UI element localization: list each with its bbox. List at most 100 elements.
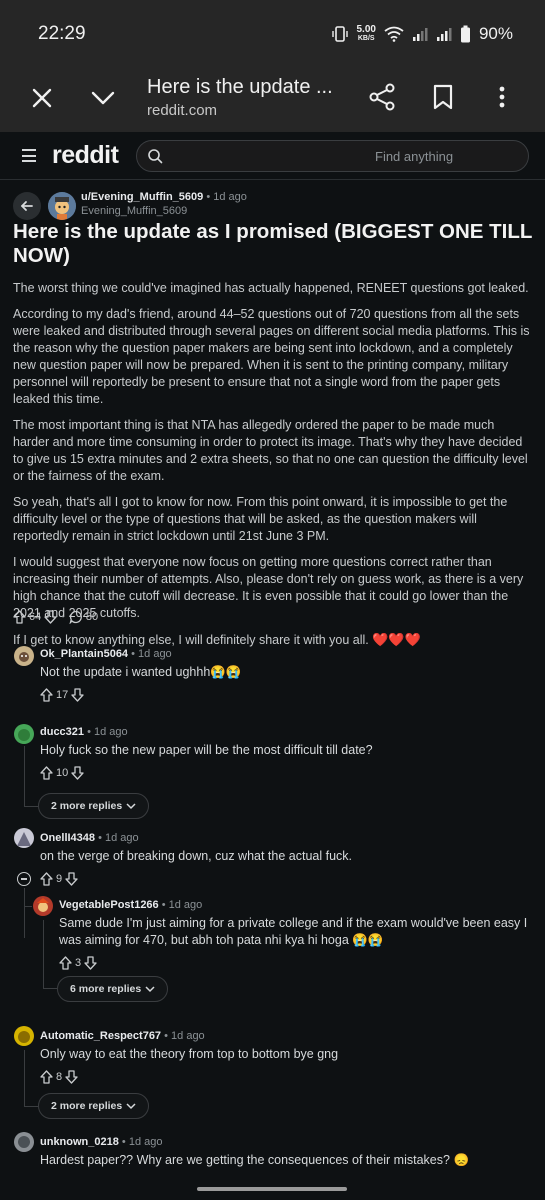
downvote-icon[interactable] xyxy=(84,956,97,970)
signal-icon xyxy=(412,28,428,41)
upvote-icon[interactable] xyxy=(59,956,72,970)
avatar[interactable] xyxy=(33,896,53,916)
more-replies-button[interactable]: 6 more replies xyxy=(57,976,169,1002)
separator-dot: · xyxy=(61,611,65,623)
avatar[interactable] xyxy=(14,1026,34,1046)
post-paragraph: According to my dad's friend, around 44–… xyxy=(13,307,530,406)
reddit-header: reddit Find anything xyxy=(0,132,545,180)
comment-author-name[interactable]: ducc321 xyxy=(40,726,84,738)
snoo-avatar-icon xyxy=(48,192,76,220)
chevron-down-icon xyxy=(145,986,155,993)
snoo-avatar-icon xyxy=(37,898,49,912)
upvote-icon[interactable] xyxy=(40,688,53,702)
vote-control: 9 xyxy=(40,872,78,886)
post-page: u/Evening_Muffin_5609 • 1d ago Evening_M… xyxy=(0,180,545,1200)
chevron-down-icon xyxy=(126,1103,136,1110)
post-handle: Evening_Muffin_5609 xyxy=(81,205,188,217)
upvote-icon[interactable] xyxy=(13,610,26,624)
wifi-icon xyxy=(384,26,404,42)
avatar[interactable] xyxy=(14,1132,34,1152)
avatar[interactable] xyxy=(14,828,34,848)
back-button[interactable] xyxy=(13,192,41,220)
comment-text: Not the update i wanted ughhh😭😭 xyxy=(40,664,241,681)
vote-count: 3 xyxy=(75,957,82,969)
page-url: reddit.com xyxy=(147,102,218,119)
comment-author-name[interactable]: Ok_Plantain5064 xyxy=(40,648,128,660)
arrow-left-icon xyxy=(21,201,33,211)
snoo-avatar-icon xyxy=(18,1031,30,1043)
comment-text: Hardest paper?? Why are we getting the c… xyxy=(40,1152,469,1169)
status-bar: 22:29 5.00 KB/S 90% xyxy=(0,0,545,68)
crying-emoji: 😭😭 xyxy=(210,665,242,679)
vibrate-icon xyxy=(331,26,348,42)
more-replies-button[interactable]: 2 more replies xyxy=(38,1093,150,1119)
gesture-bar[interactable] xyxy=(197,1187,347,1191)
comment-count: 80 xyxy=(85,611,99,623)
upvote-icon[interactable] xyxy=(40,872,53,886)
comment-age: • 1d ago xyxy=(121,1136,163,1148)
snoo-avatar-icon xyxy=(18,729,30,741)
vote-control: 17 xyxy=(40,688,84,702)
comment-age: • 1d ago xyxy=(87,726,128,738)
vote-count: 17 xyxy=(56,689,69,701)
comment-author-name[interactable]: Automatic_Respect767 xyxy=(40,1030,161,1042)
more-replies-button[interactable]: 2 more replies xyxy=(38,793,150,819)
battery-percent: 90% xyxy=(478,24,513,43)
thread-connector xyxy=(43,988,57,989)
comments-button[interactable]: 80 xyxy=(69,610,98,624)
comment-author[interactable]: unknown_0218 • 1d ago xyxy=(40,1136,162,1148)
post-paragraph-last: If I get to know anything else, I will d… xyxy=(13,631,533,649)
thread-line xyxy=(43,920,44,988)
avatar[interactable] xyxy=(14,724,34,744)
vote-count: 9 xyxy=(56,873,63,885)
post-author[interactable]: u/Evening_Muffin_5609 • 1d ago xyxy=(81,191,247,203)
browser-toolbar: Here is the update ... reddit.com xyxy=(0,68,545,132)
snoo-avatar-icon xyxy=(17,832,31,846)
post-author-name[interactable]: u/Evening_Muffin_5609 xyxy=(81,191,203,203)
menu-icon[interactable] xyxy=(22,149,36,162)
upvote-icon[interactable] xyxy=(40,1070,53,1084)
comment-author[interactable]: OnellI4348 • 1d ago xyxy=(40,832,139,844)
more-vert-icon[interactable] xyxy=(490,82,514,112)
sad-emoji: 😞 xyxy=(453,1153,470,1167)
comment-text: Holy fuck so the new paper will be the m… xyxy=(40,743,373,757)
speed-unit: KB/S xyxy=(357,35,375,42)
status-icons: 5.00 KB/S 90% xyxy=(331,24,513,44)
post-body: The worst thing we could've imagined has… xyxy=(13,280,533,658)
network-speed: 5.00 KB/S xyxy=(357,25,376,43)
bookmark-icon[interactable] xyxy=(429,82,457,112)
comment-icon xyxy=(69,610,82,624)
thread-connector xyxy=(24,906,32,907)
collapse-thread-button[interactable] xyxy=(17,872,31,886)
post-paragraph: The worst thing we could've imagined has… xyxy=(13,281,529,295)
comment-text: Same dude I'm just aiming for a private … xyxy=(59,915,529,949)
share-icon[interactable] xyxy=(368,82,396,112)
chevron-down-icon[interactable] xyxy=(88,83,118,113)
comment-author[interactable]: VegetablePost1266 • 1d ago xyxy=(59,899,202,911)
avatar[interactable] xyxy=(14,646,34,666)
vote-control: 64 xyxy=(13,610,57,624)
reddit-logo[interactable]: reddit xyxy=(52,141,119,170)
avatar[interactable] xyxy=(48,192,76,220)
upvote-icon[interactable] xyxy=(40,766,53,780)
comment-author[interactable]: Ok_Plantain5064 • 1d ago xyxy=(40,648,172,660)
more-replies-label: 2 more replies xyxy=(51,800,123,812)
thread-connector xyxy=(24,806,38,807)
post-paragraph: So yeah, that's all I got to know for no… xyxy=(13,495,508,543)
downvote-icon[interactable] xyxy=(65,1070,78,1084)
downvote-icon[interactable] xyxy=(71,688,84,702)
comment-age: • 1d ago xyxy=(164,1030,205,1042)
crying-emoji: 😭😭 xyxy=(352,933,384,947)
downvote-icon[interactable] xyxy=(44,610,57,624)
heart-emojis: ❤️❤️❤️ xyxy=(372,632,421,647)
downvote-icon[interactable] xyxy=(65,872,78,886)
comment-author-name[interactable]: VegetablePost1266 xyxy=(59,899,159,911)
comment-author[interactable]: ducc321 • 1d ago xyxy=(40,726,128,738)
close-icon[interactable] xyxy=(27,83,57,113)
comment-author-name[interactable]: unknown_0218 xyxy=(40,1136,119,1148)
comment-author[interactable]: Automatic_Respect767 • 1d ago xyxy=(40,1030,205,1042)
search-input[interactable]: Find anything xyxy=(136,140,529,172)
downvote-icon[interactable] xyxy=(71,766,84,780)
speed-value: 5.00 xyxy=(356,24,376,35)
comment-author-name[interactable]: OnellI4348 xyxy=(40,832,95,844)
